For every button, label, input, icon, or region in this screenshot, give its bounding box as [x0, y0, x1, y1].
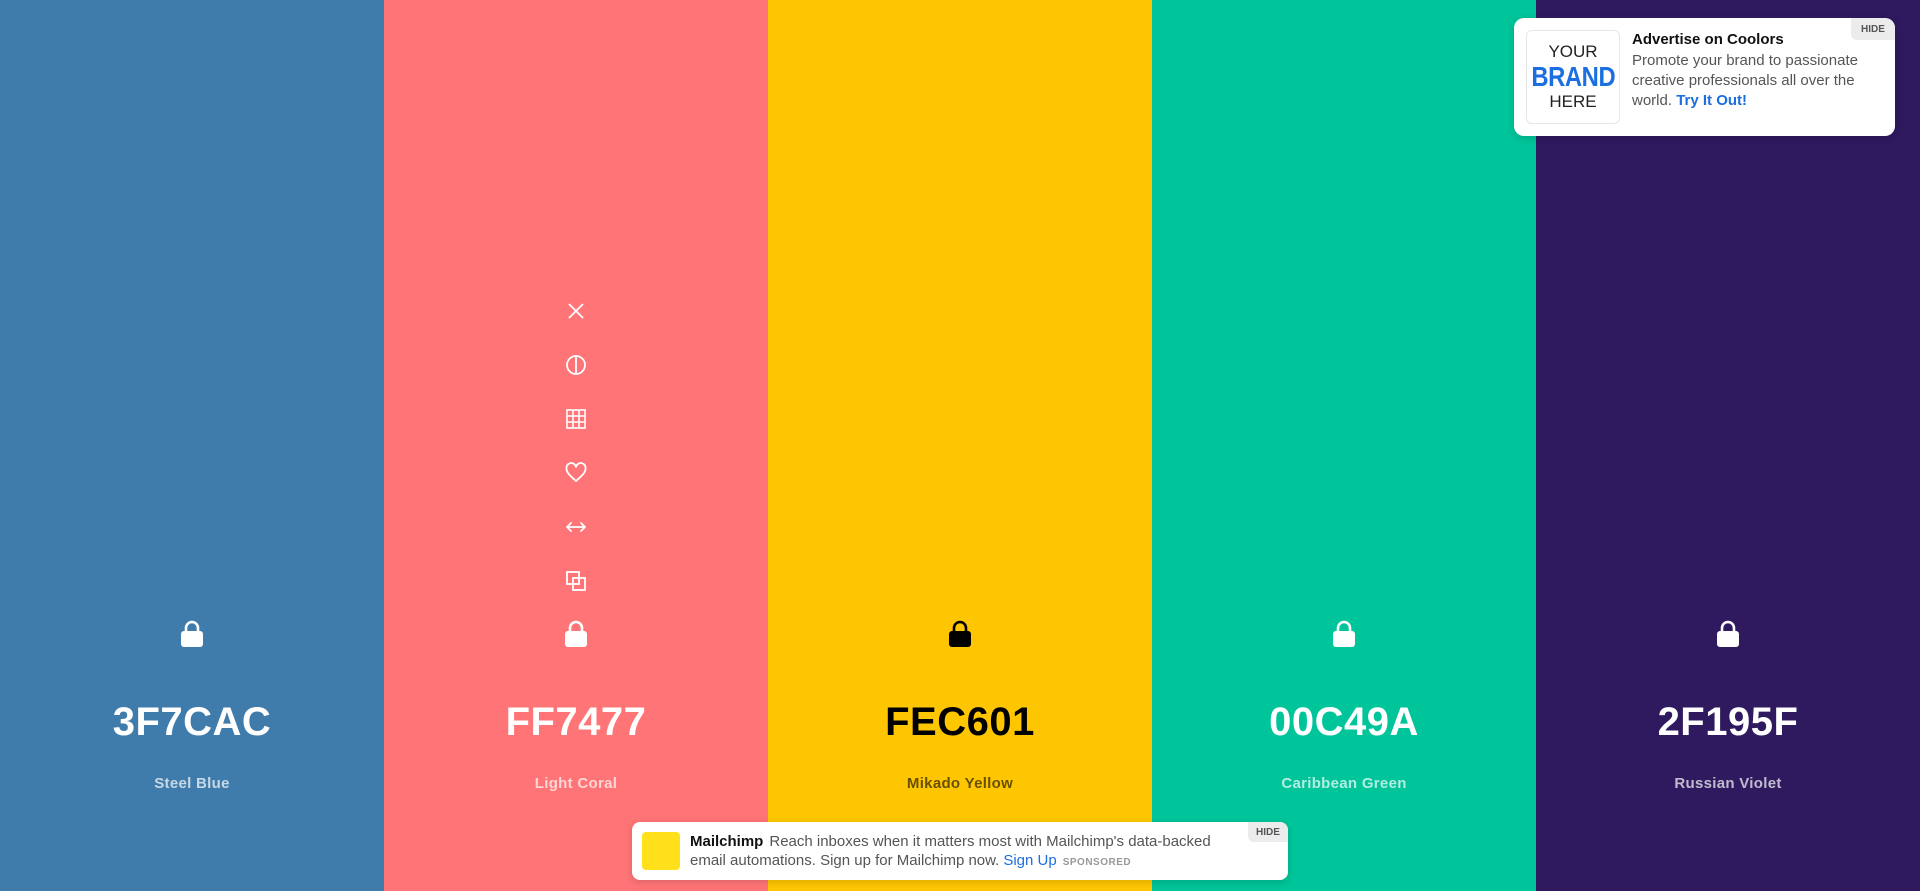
lock-icon[interactable] [938, 612, 982, 656]
sign-up-link[interactable]: Sign Up [1003, 852, 1056, 869]
lock-icon[interactable] [1322, 612, 1366, 656]
color-swatch-mikado-yellow[interactable]: FEC601 Mikado Yellow [768, 0, 1152, 891]
ad-message: Reach inboxes when it matters most with … [690, 833, 1211, 869]
color-name[interactable]: Russian Violet [1536, 775, 1920, 792]
brand-line-1: YOUR [1548, 42, 1598, 61]
hex-code[interactable]: 2F195F [1536, 700, 1920, 745]
hide-ad-button[interactable]: HIDE [1851, 18, 1895, 40]
close-icon[interactable] [554, 289, 598, 333]
lock-icon[interactable] [1706, 612, 1750, 656]
hex-code[interactable]: 3F7CAC [0, 700, 384, 745]
sponsored-ad-bottom[interactable]: Mailchimp Reach inboxes when it matters m… [632, 822, 1288, 880]
ad-text: Mailchimp Reach inboxes when it matters m… [690, 832, 1230, 872]
ad-title[interactable]: Advertise on Coolors [1632, 31, 1784, 48]
lock-icon[interactable] [170, 612, 214, 656]
hex-code[interactable]: 00C49A [1152, 700, 1536, 745]
sponsored-label: SPONSORED [1062, 857, 1132, 868]
color-swatch-light-coral[interactable]: FF7477 Light Coral [384, 0, 768, 891]
hex-code[interactable]: FF7477 [384, 700, 768, 745]
color-name[interactable]: Mikado Yellow [768, 775, 1152, 792]
brand-line-3: HERE [1549, 92, 1597, 111]
hex-code[interactable]: FEC601 [768, 700, 1152, 745]
mailchimp-logo[interactable] [642, 832, 680, 870]
lock-icon[interactable] [554, 612, 598, 656]
copy-icon[interactable] [554, 559, 598, 603]
color-name[interactable]: Light Coral [384, 775, 768, 792]
swatch-tools [384, 289, 768, 613]
color-name[interactable]: Caribbean Green [1152, 775, 1536, 792]
try-it-out-link[interactable]: Try It Out! [1676, 92, 1747, 109]
color-swatch-caribbean-green[interactable]: 00C49A Caribbean Green [1152, 0, 1536, 891]
hide-ad-button[interactable]: HIDE [1248, 822, 1288, 842]
shades-grid-icon[interactable] [554, 397, 598, 441]
ad-body: Promote your brand to passionate creativ… [1632, 51, 1884, 111]
drag-arrows-icon[interactable] [554, 505, 598, 549]
ad-company: Mailchimp [690, 833, 764, 850]
color-name[interactable]: Steel Blue [0, 775, 384, 792]
heart-icon[interactable] [554, 451, 598, 495]
brand-line-2: BRAND [1531, 61, 1615, 92]
contrast-icon[interactable] [554, 343, 598, 387]
color-swatch-steel-blue[interactable]: 3F7CAC Steel Blue [0, 0, 384, 891]
ad-card-top[interactable]: HIDE YOUR BRAND HERE Advertise on Coolor… [1514, 18, 1895, 136]
ad-brand-logo[interactable]: YOUR BRAND HERE [1526, 30, 1620, 124]
